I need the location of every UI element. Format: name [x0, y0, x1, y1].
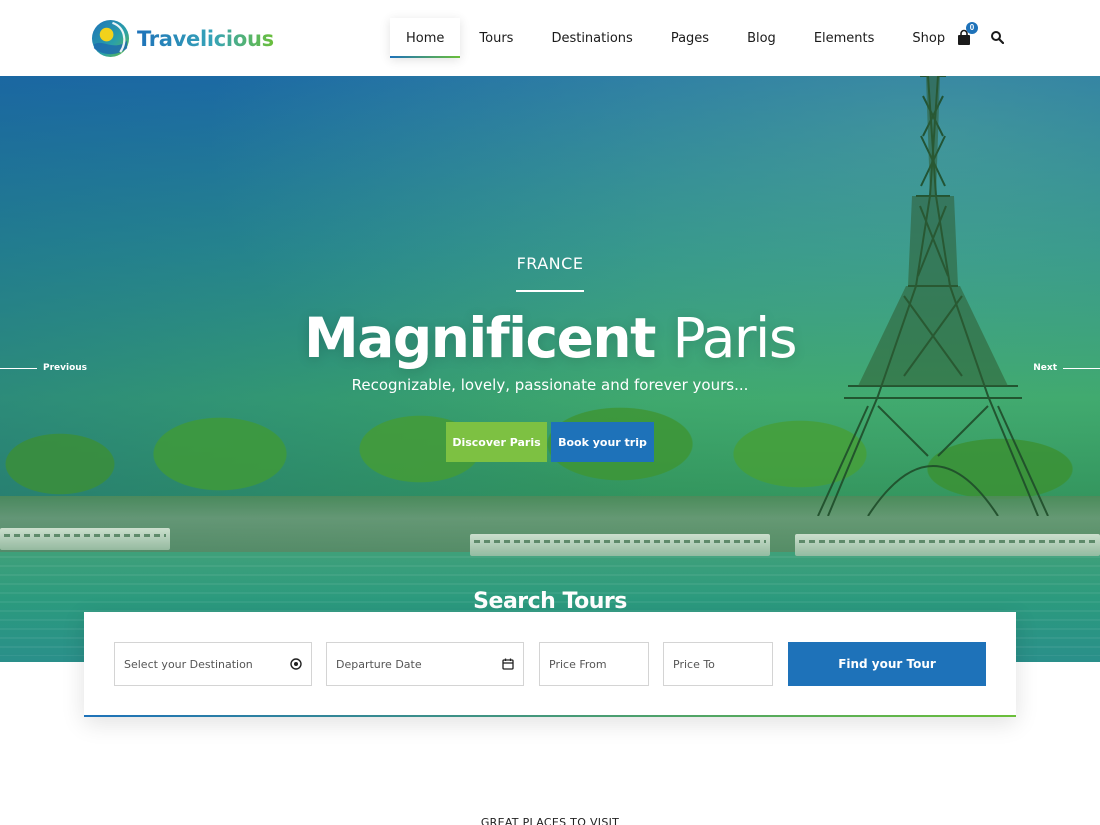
destination-input[interactable]: [124, 657, 290, 671]
boat-image: [0, 528, 170, 550]
nav-item-elements[interactable]: Elements: [795, 18, 894, 58]
hero-title-light: Paris: [672, 306, 798, 370]
hero-eyebrow: FRANCE: [516, 254, 584, 273]
destination-select[interactable]: [114, 642, 312, 686]
price-from-field[interactable]: [539, 642, 649, 686]
book-trip-button[interactable]: Book your trip: [551, 422, 654, 462]
nav-item-destinations[interactable]: Destinations: [532, 18, 651, 58]
hero-divider: [516, 290, 584, 292]
nav-item-blog[interactable]: Blog: [728, 18, 795, 58]
calendar-icon: [502, 658, 514, 670]
nav-item-shop[interactable]: Shop: [893, 18, 964, 58]
cart-count-badge: 0: [966, 22, 978, 34]
search-icon[interactable]: [990, 30, 1004, 44]
boat-image: [470, 534, 770, 556]
hero-subtitle: Recognizable, lovely, passionate and for…: [351, 376, 749, 394]
departure-date-field[interactable]: [326, 642, 524, 686]
section-eyebrow: GREAT PLACES TO VISIT: [480, 816, 620, 825]
eiffel-tower-image: [817, 76, 1049, 516]
find-tour-button[interactable]: Find your Tour: [788, 642, 986, 686]
tour-search-form: Find your Tour: [84, 612, 1016, 717]
price-to-input[interactable]: [673, 657, 763, 671]
price-to-field[interactable]: [663, 642, 773, 686]
brand-logo[interactable]: Travelicious: [91, 19, 274, 58]
search-tours-heading: Search Tours: [473, 589, 627, 614]
nav-item-home[interactable]: Home: [390, 18, 461, 58]
nav-item-pages[interactable]: Pages: [652, 18, 728, 58]
discover-paris-button[interactable]: Discover Paris: [446, 422, 547, 462]
target-icon: [290, 658, 302, 670]
hero-slider: Previous Next FRANCE Magnificent Paris R…: [0, 76, 1100, 662]
globe-sun-icon: [91, 19, 130, 58]
brand-name: Travelicious: [137, 26, 274, 51]
site-header: Travelicious Home Tours Destinations Pag…: [0, 0, 1100, 76]
price-from-input[interactable]: [549, 657, 639, 671]
boat-image: [795, 534, 1100, 556]
main-nav: Home Tours Destinations Pages Blog Eleme…: [390, 18, 964, 58]
hero-title-strong: Magnificent: [304, 306, 656, 370]
nav-item-tours[interactable]: Tours: [460, 18, 532, 58]
departure-date-input[interactable]: [336, 657, 502, 671]
hero-title: Magnificent Paris: [0, 302, 1100, 374]
